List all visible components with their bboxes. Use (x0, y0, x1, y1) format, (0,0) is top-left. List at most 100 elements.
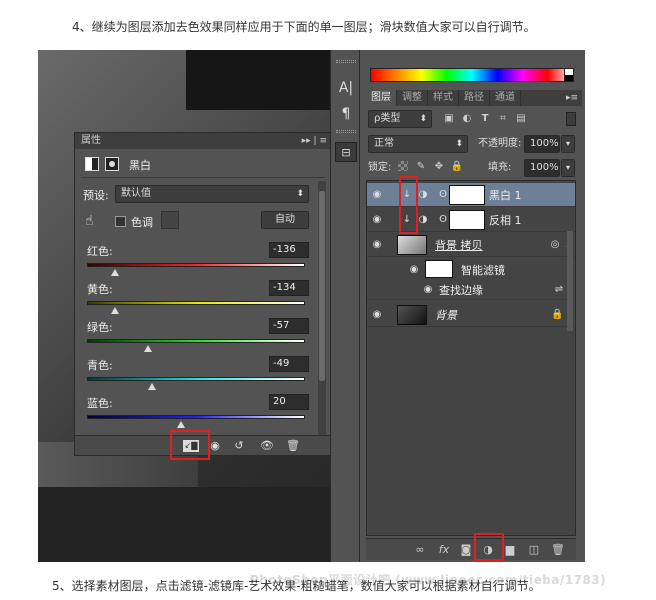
preset-label: 预设: (83, 189, 109, 202)
slider-label: 红色: (87, 245, 113, 258)
hand-icon[interactable]: ☝ (85, 213, 94, 229)
slider-track[interactable] (87, 301, 305, 305)
properties-scrollbar[interactable] (318, 181, 326, 437)
text-icon[interactable]: A| (335, 78, 357, 98)
slider-value-input[interactable]: -57 (269, 318, 309, 334)
chevron-down-icon[interactable]: ▾ (561, 159, 575, 177)
layer-row-find-edges[interactable]: ◉ 查找边缘 ⇌ (367, 280, 575, 300)
chevron-updown-icon: ⬍ (419, 114, 427, 124)
shape-filter-icon[interactable]: ⌗ (496, 112, 510, 126)
reset-icon[interactable]: ↺ (231, 438, 247, 454)
slider-value-input[interactable]: -49 (269, 356, 309, 372)
kind-filter-dropdown[interactable]: ρ类型 ⬍ (368, 110, 432, 128)
slider-value-input[interactable]: -134 (269, 280, 309, 296)
blend-mode-dropdown[interactable]: 正常 ⬍ (368, 135, 468, 153)
eye-icon[interactable]: ◉ (407, 263, 421, 277)
slider-track[interactable] (87, 263, 305, 267)
caption-step-5: 5、选择素材图层，点击滤镜-滤镜库-艺术效果-粗糙蜡笔，数值大家可以根据素材自行… (52, 579, 541, 593)
slider-label: 黄色: (87, 283, 113, 296)
tab-paths[interactable]: 路径 (459, 90, 490, 106)
slider-value-input[interactable]: 20 (269, 394, 309, 410)
panel-grip[interactable] (336, 130, 356, 133)
tint-checkbox[interactable] (115, 216, 126, 227)
blend-mode-value: 正常 (374, 138, 394, 149)
new-layer-icon[interactable]: ◫ (526, 542, 542, 558)
highlight-clip-arrows (399, 176, 418, 234)
slider-label: 青色: (87, 359, 113, 372)
right-panel-dock: 图层 调整 样式 路径 通道 ▸≡ ρ类型 ⬍ ▣ ◐ T ⌗ ▤ 正常 ⬍ 不… (360, 50, 585, 562)
trash-icon[interactable]: 🗑 (285, 438, 301, 454)
trash-icon[interactable]: 🗑 (550, 542, 566, 558)
scrollbar-thumb[interactable] (319, 191, 325, 381)
eye-icon[interactable]: ◉ (370, 213, 384, 227)
link-icon[interactable]: ʘ (437, 213, 449, 227)
black-white-swatch[interactable] (564, 68, 574, 82)
layer-thumbnail[interactable] (397, 305, 427, 325)
lock-transparent-icon[interactable] (398, 161, 408, 171)
preset-value: 默认值 (121, 188, 151, 199)
slider-thumb[interactable] (111, 307, 120, 314)
filter-mask-thumbnail[interactable] (425, 260, 453, 278)
layer-row-smart-filters[interactable]: ◉ 智能滤镜 (367, 258, 575, 280)
tab-styles[interactable]: 样式 (428, 90, 459, 106)
lock-position-icon[interactable]: ✥ (432, 160, 446, 174)
layer-name: 黑白 1 (489, 189, 522, 202)
slider-thumb[interactable] (111, 269, 120, 276)
mask-circle (109, 161, 115, 167)
filter-toggle[interactable] (566, 112, 576, 126)
link-layers-icon[interactable]: ∞ (412, 542, 428, 558)
type-filter-icon[interactable]: T (478, 112, 492, 126)
fx-icon[interactable]: fx (436, 542, 452, 558)
layer-mask-thumbnail[interactable] (449, 185, 485, 205)
add-mask-icon[interactable]: ◙ (458, 542, 474, 558)
preset-dropdown[interactable]: 默认值 ⬍ (115, 185, 309, 203)
properties-toggle-icon[interactable]: ⊟ (335, 142, 357, 162)
eye-icon[interactable]: ◉ (370, 188, 384, 202)
panel-menu-icon[interactable]: ▸≡ (562, 90, 582, 106)
layers-panel-tabs: 图层 调整 样式 路径 通道 ▸≡ (366, 90, 582, 106)
slider-thumb[interactable] (144, 345, 153, 352)
layer-mask-thumbnail[interactable] (449, 210, 485, 230)
slider-track[interactable] (87, 377, 305, 381)
eye-icon[interactable]: ◉ (421, 283, 435, 297)
lock-all-icon[interactable]: 🔒 (450, 160, 464, 174)
tab-adjustments[interactable]: 调整 (397, 90, 428, 106)
slider-track[interactable] (87, 415, 305, 419)
pixel-filter-icon[interactable]: ▣ (442, 112, 456, 126)
smart-object-thumbnail[interactable] (397, 235, 427, 255)
eye-icon[interactable]: ◉ (370, 238, 384, 252)
eye-icon[interactable]: ◉ (370, 308, 384, 322)
visibility-icon[interactable]: 👁 (259, 438, 275, 454)
color-spectrum[interactable] (370, 68, 574, 82)
lock-label: 锁定: (368, 162, 392, 173)
lock-pixels-icon[interactable]: ✎ (414, 160, 428, 174)
filter-options-icon[interactable]: ⇌ (553, 283, 565, 297)
fill-input[interactable]: 100% (524, 159, 560, 177)
panel-menu-icon[interactable]: ▸▸ | ≡ (302, 133, 327, 149)
folder-icon[interactable]: ▆ (502, 542, 518, 558)
slider-label: 蓝色: (87, 397, 113, 410)
canvas-dark-region (186, 50, 330, 110)
slider-thumb[interactable] (176, 421, 185, 428)
adjustment-filter-icon[interactable]: ◐ (460, 112, 474, 126)
layer-row-background[interactable]: ◉ 背景 🔒 (367, 303, 575, 327)
layer-row-background-copy[interactable]: ◉ 背景 拷贝 ◎ ▴ (367, 233, 575, 257)
chevron-down-icon[interactable]: ▾ (561, 135, 575, 153)
opacity-input[interactable]: 100% (524, 135, 560, 153)
auto-button[interactable]: 自动 (261, 211, 309, 229)
slider-track[interactable] (87, 339, 305, 343)
paragraph-icon[interactable]: ¶ (335, 104, 357, 124)
properties-panel: 属性 ▸▸ | ≡ 黑白 预设: 默认值 ⬍ ☝ 色调 自动 红色: -136 黄色… (74, 132, 332, 456)
tint-color-swatch[interactable] (161, 211, 179, 229)
panel-grip[interactable] (336, 60, 356, 63)
slider-value-input[interactable]: -136 (269, 242, 309, 258)
slider-thumb[interactable] (148, 383, 157, 390)
link-icon[interactable]: ʘ (437, 188, 449, 202)
tab-layers[interactable]: 图层 (366, 90, 397, 106)
layers-scrollbar[interactable] (567, 231, 573, 331)
smart-object-filter-icon[interactable]: ▤ (514, 112, 528, 126)
tab-channels[interactable]: 通道 (490, 90, 521, 106)
mask-icon[interactable] (105, 157, 119, 171)
adjustment-layer-icon: ◑ (418, 189, 428, 200)
smart-filter-icon: ◎ (550, 239, 560, 250)
